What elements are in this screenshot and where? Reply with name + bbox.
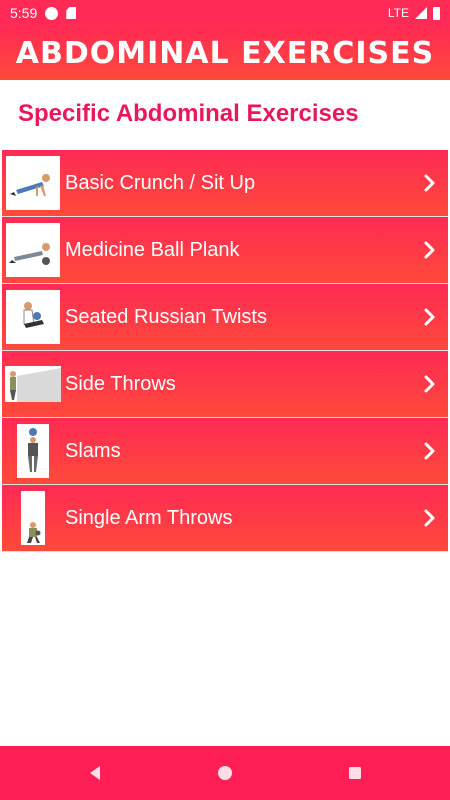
exercise-item-slams[interactable]: Slams (2, 418, 448, 484)
thumbnail-wrap (2, 284, 64, 350)
signal-icon (415, 7, 427, 19)
exercise-label: Medicine Ball Plank (65, 238, 240, 261)
chevron-right-icon (424, 174, 435, 192)
nav-back-button[interactable] (30, 746, 160, 800)
exercise-item-side-throws[interactable]: Side Throws (2, 351, 448, 417)
nav-recents-button[interactable] (290, 746, 420, 800)
app-title: ABDOMINAL EXERCISES (15, 35, 435, 71)
status-bar: 5:59 LTE (0, 0, 450, 26)
status-time: 5:59 (10, 5, 38, 21)
back-icon (90, 766, 100, 780)
chevron-right-icon (424, 375, 435, 393)
navigation-bar (0, 746, 450, 800)
battery-icon (433, 6, 440, 20)
chevron-right-icon (424, 241, 435, 259)
section-title: Specific Abdominal Exercises (18, 100, 359, 127)
status-left: 5:59 (10, 5, 77, 21)
exercise-label: Single Arm Throws (65, 506, 233, 529)
thumbnail-wrap (2, 418, 64, 484)
recents-icon (349, 767, 361, 779)
home-icon (218, 766, 232, 780)
chevron-right-icon (424, 509, 435, 527)
exercise-label: Side Throws (65, 372, 176, 395)
slam-illustration-icon (17, 424, 49, 478)
network-type: LTE (387, 6, 409, 20)
thumbnail-wrap (2, 150, 64, 216)
status-right: LTE (388, 6, 440, 20)
single-arm-throw-illustration-icon (21, 491, 45, 545)
chevron-right-icon (424, 308, 435, 326)
thumbnail-wrap (2, 351, 64, 417)
russian-twist-illustration-icon (6, 290, 60, 344)
exercise-item-medicine-ball-plank[interactable]: Medicine Ball Plank (2, 217, 448, 283)
side-throw-illustration-icon (5, 366, 61, 402)
thumbnail-wrap (2, 217, 64, 283)
app-bar: ABDOMINAL EXERCISES (0, 26, 450, 80)
exercise-list: Basic Crunch / Sit Up Medicine Ball Plan… (2, 150, 448, 552)
exercise-item-single-arm-throws[interactable]: Single Arm Throws (2, 485, 448, 551)
thumbnail-wrap (2, 485, 64, 551)
nav-home-button[interactable] (160, 746, 290, 800)
exercise-label: Basic Crunch / Sit Up (65, 171, 256, 194)
crunch-illustration-icon (6, 156, 60, 210)
exercise-item-basic-crunch[interactable]: Basic Crunch / Sit Up (2, 150, 448, 216)
sd-card-icon (66, 7, 77, 19)
chevron-right-icon (424, 442, 435, 460)
plank-illustration-icon (6, 223, 60, 277)
notification-app-icon (45, 6, 59, 20)
exercise-item-seated-russian-twists[interactable]: Seated Russian Twists (2, 284, 448, 350)
exercise-label: Slams (65, 439, 121, 462)
exercise-label: Seated Russian Twists (65, 305, 267, 328)
